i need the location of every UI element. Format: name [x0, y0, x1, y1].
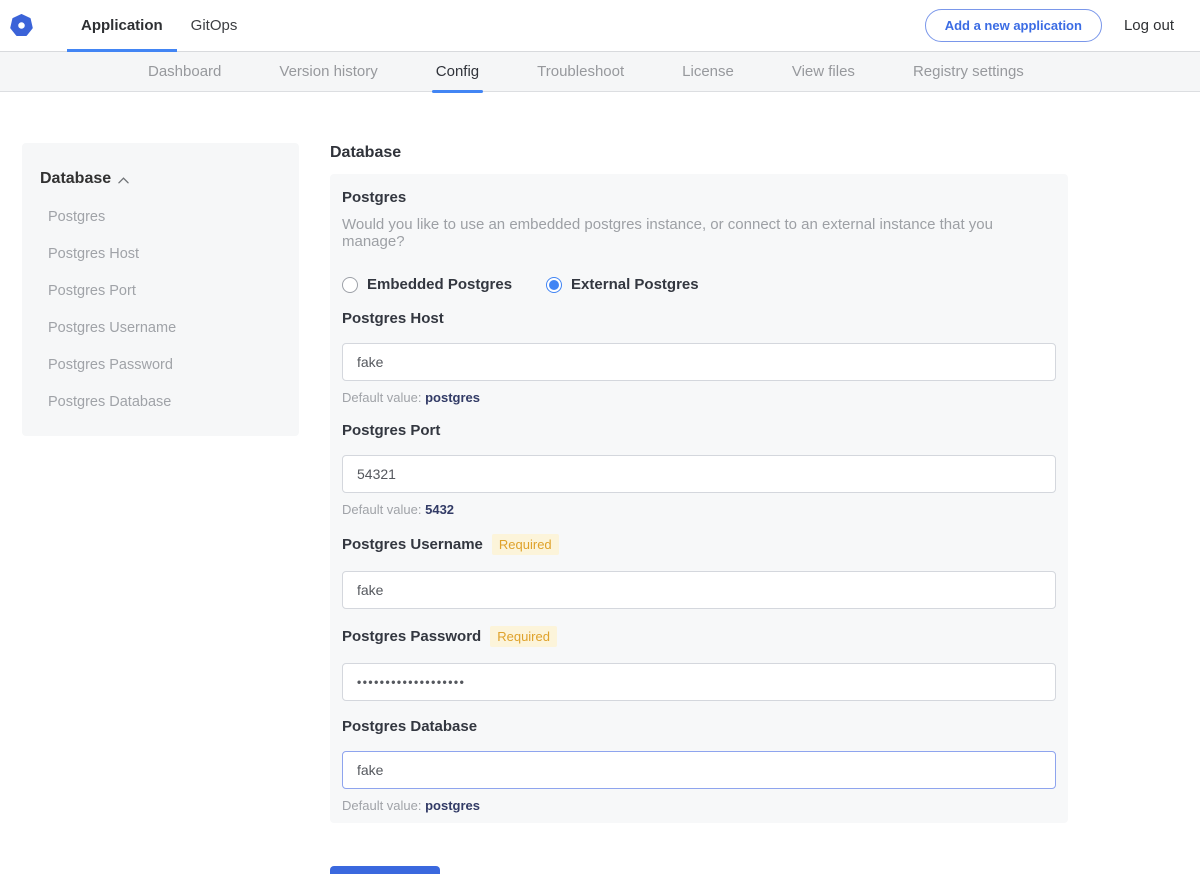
top-tab-application[interactable]: Application [67, 0, 177, 51]
radio-unselected-icon[interactable] [342, 277, 358, 293]
sidebar-item-postgres-database[interactable]: Postgres Database [40, 394, 281, 410]
sidebar-item-postgres-host[interactable]: Postgres Host [40, 246, 281, 262]
postgres-host-field: Postgres Host Default value: postgres [342, 310, 1056, 405]
postgres-port-help: Default value: 5432 [342, 502, 1056, 517]
postgres-port-label-row: Postgres Port [342, 422, 1056, 439]
required-badge: Required [492, 534, 559, 555]
postgres-password-label: Postgres Password [342, 628, 481, 645]
required-badge: Required [490, 626, 557, 647]
postgres-database-help: Default value: postgres [342, 798, 1056, 813]
tab-view-files[interactable]: View files [792, 52, 855, 91]
app-logo[interactable] [10, 0, 45, 51]
sidebar-group-database[interactable]: Database [40, 170, 281, 188]
main-area: Database Postgres Postgres Host Postgres P… [0, 92, 1200, 874]
top-nav-right: Add a new application Log out [925, 0, 1200, 51]
postgres-username-input[interactable] [342, 571, 1056, 609]
postgres-password-input[interactable] [342, 663, 1056, 701]
tab-config[interactable]: Config [436, 52, 479, 91]
sidebar-item-postgres-password[interactable]: Postgres Password [40, 357, 281, 373]
postgres-port-input[interactable] [342, 455, 1056, 493]
postgres-group-label: Postgres [342, 189, 1056, 206]
default-value: postgres [425, 390, 480, 405]
radio-label-embedded-postgres: Embedded Postgres [367, 276, 512, 293]
postgres-username-field: Postgres Username Required [342, 534, 1056, 609]
tab-license[interactable]: License [682, 52, 734, 91]
default-value-label: Default value: [342, 390, 425, 405]
postgres-database-label-row: Postgres Database [342, 718, 1056, 735]
logout-button[interactable]: Log out [1124, 17, 1174, 34]
postgres-host-label-row: Postgres Host [342, 310, 1056, 327]
sidebar-group-label: Database [40, 170, 111, 188]
postgres-password-field: Postgres Password Required [342, 626, 1056, 701]
database-config-panel: Postgres Would you like to use an embedd… [330, 174, 1068, 823]
config-fields: Postgres HostDefault value: postgresPost… [342, 310, 1056, 813]
sidebar-item-postgres-port[interactable]: Postgres Port [40, 283, 281, 299]
top-nav-tabs: ApplicationGitOps [67, 0, 251, 51]
postgres-password-label-row: Postgres Password Required [342, 626, 1056, 647]
default-value: postgres [425, 798, 480, 813]
postgres-username-label: Postgres Username [342, 536, 483, 553]
add-new-application-button[interactable]: Add a new application [925, 9, 1102, 42]
page-title: Database [330, 144, 1068, 162]
save-config-button[interactable]: Save config [330, 866, 440, 874]
config-content: Database Postgres Would you like to use … [330, 143, 1068, 874]
postgres-port-field: Postgres Port Default value: 5432 [342, 422, 1056, 517]
radio-selected-icon[interactable] [546, 277, 562, 293]
default-value: 5432 [425, 502, 454, 517]
chevron-up-icon [118, 175, 129, 186]
app-sub-nav: Dashboard Version history Config Troublesho… [0, 52, 1200, 92]
tab-registry-settings[interactable]: Registry settings [913, 52, 1024, 91]
postgres-database-label: Postgres Database [342, 718, 477, 735]
app-logo-ring-icon [10, 14, 33, 37]
default-value-label: Default value: [342, 502, 425, 517]
top-tab-gitops[interactable]: GitOps [177, 0, 252, 51]
postgres-host-input[interactable] [342, 343, 1056, 381]
default-value-label: Default value: [342, 798, 425, 813]
sidebar-item-postgres-username[interactable]: Postgres Username [40, 320, 281, 336]
postgres-host-help: Default value: postgres [342, 390, 1056, 405]
postgres-database-input[interactable] [342, 751, 1056, 789]
postgres-host-label: Postgres Host [342, 310, 444, 327]
postgres-group-description: Would you like to use an embedded postgr… [342, 216, 1056, 250]
tab-version-history[interactable]: Version history [279, 52, 377, 91]
postgres-username-label-row: Postgres Username Required [342, 534, 1056, 555]
top-nav: ApplicationGitOps Add a new application … [0, 0, 1200, 52]
radio-label-external-postgres: External Postgres [571, 276, 699, 293]
sidebar-item-list: Postgres Postgres Host Postgres Port Postgr… [40, 209, 281, 410]
tab-dashboard[interactable]: Dashboard [148, 52, 221, 91]
radio-external-postgres[interactable]: External Postgres [546, 276, 699, 293]
sidebar-item-postgres[interactable]: Postgres [40, 209, 281, 225]
postgres-mode-radio-group: Embedded Postgres External Postgres [342, 276, 1056, 293]
tab-troubleshoot[interactable]: Troubleshoot [537, 52, 624, 91]
postgres-database-field: Postgres Database Default value: postgres [342, 718, 1056, 813]
config-sidebar: Database Postgres Postgres Host Postgres P… [22, 143, 299, 436]
radio-embedded-postgres[interactable]: Embedded Postgres [342, 276, 512, 293]
postgres-port-label: Postgres Port [342, 422, 440, 439]
